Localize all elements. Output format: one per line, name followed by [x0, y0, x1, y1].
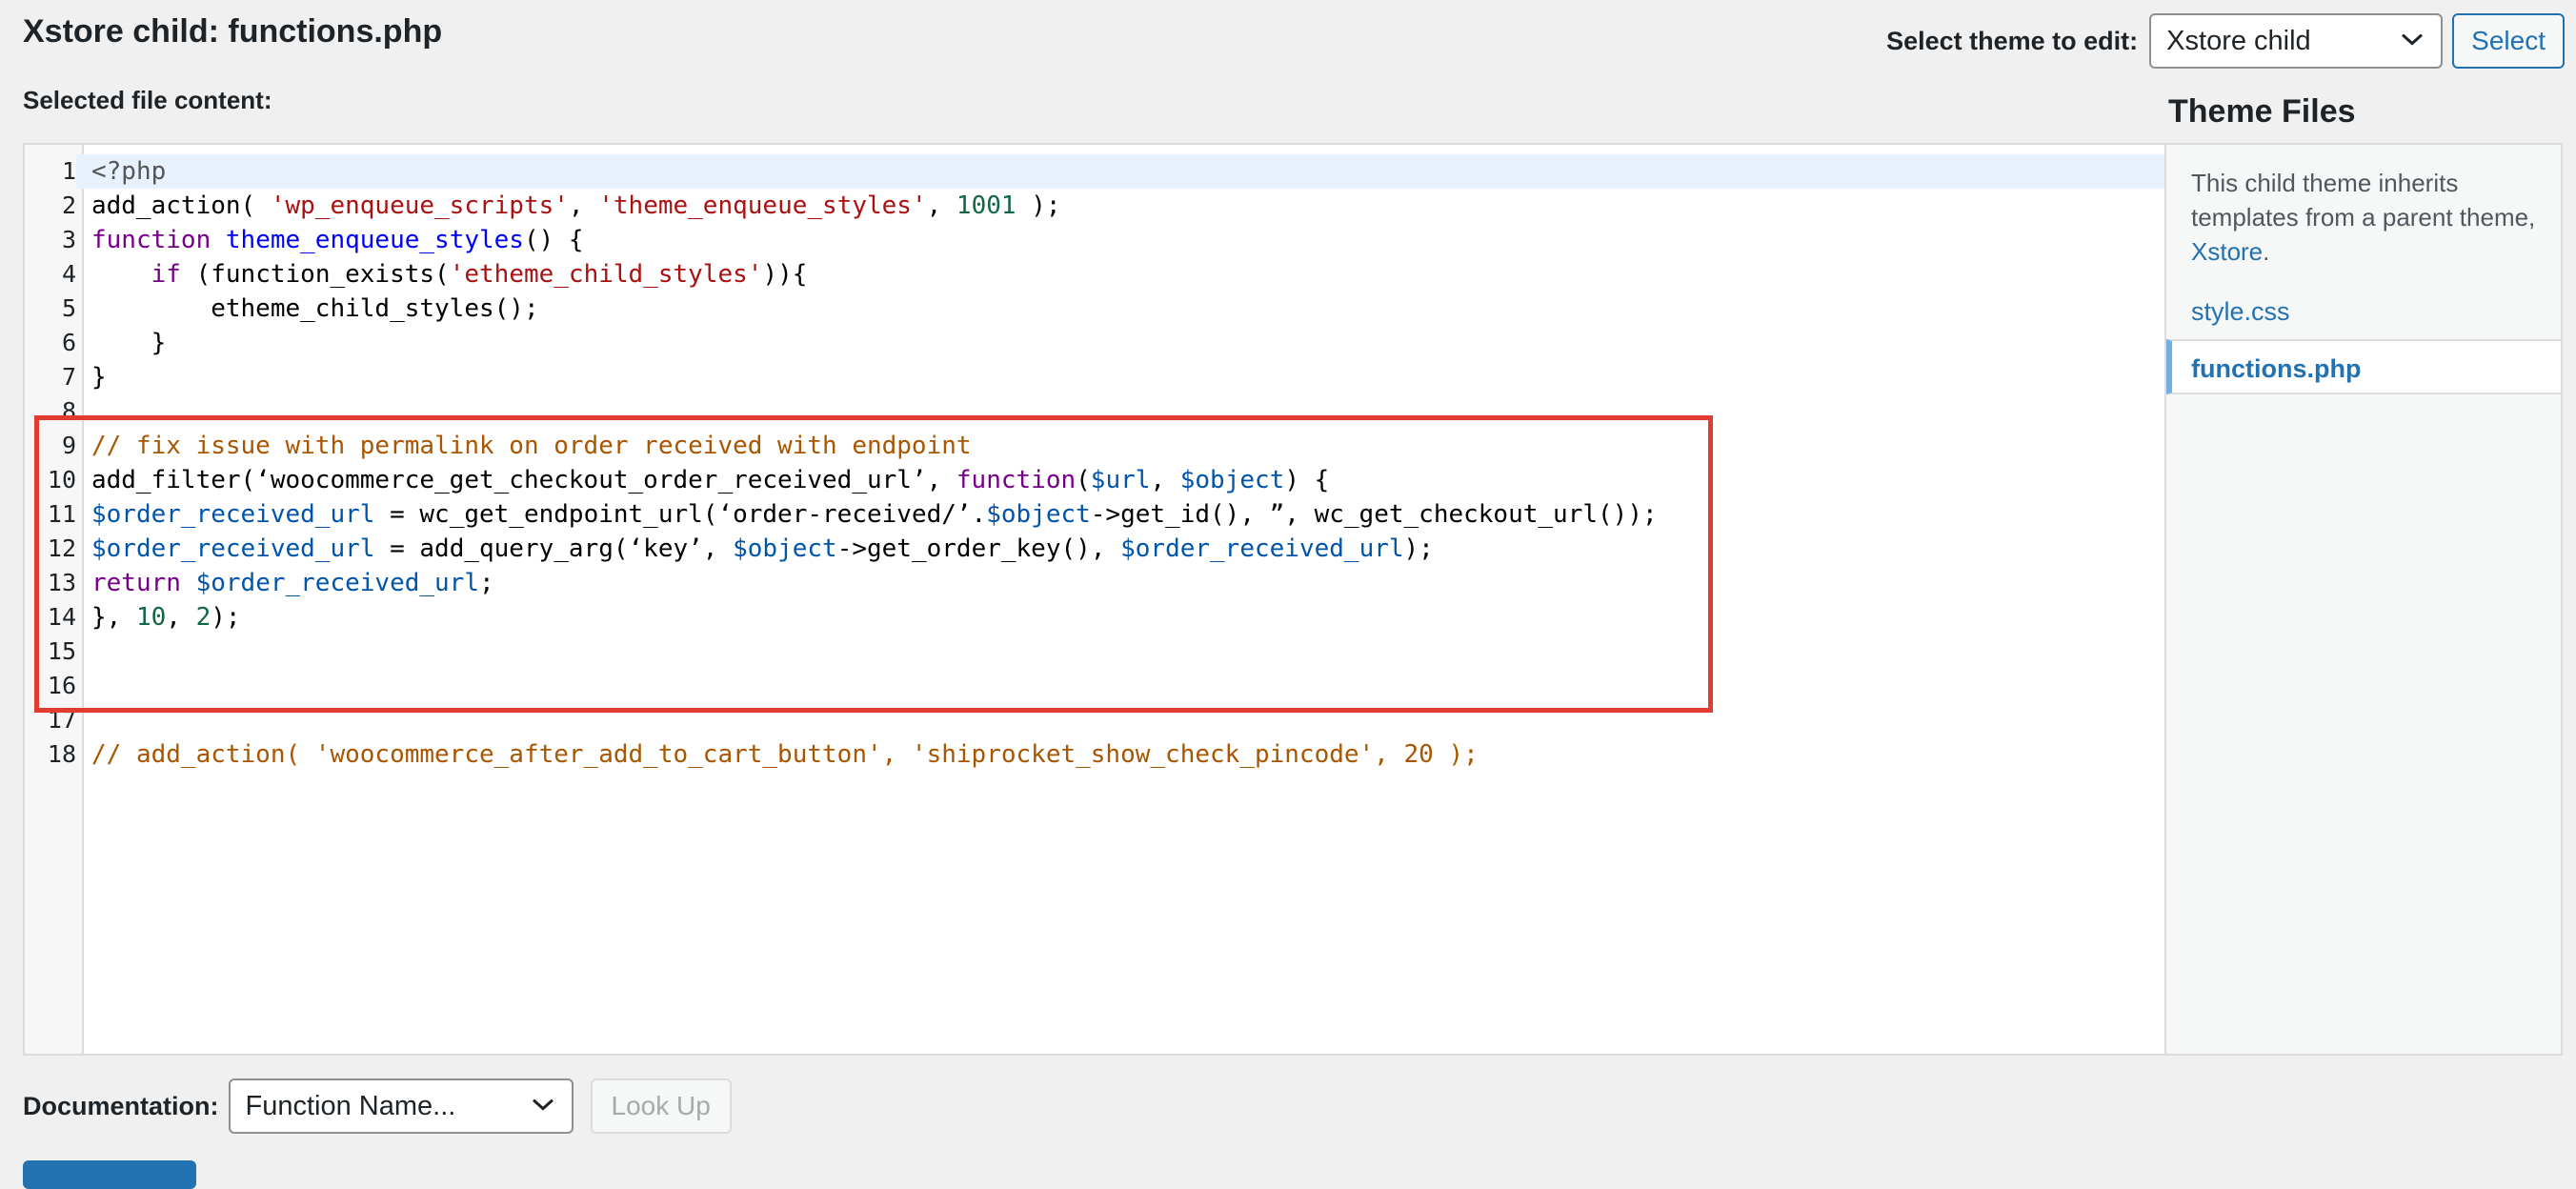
code-text: if (function_exists('etheme_child_styles… [151, 260, 808, 289]
theme-select-label: Select theme to edit: [1886, 26, 2139, 55]
file-item-functions-php[interactable]: functions.php [2166, 339, 2561, 394]
line-number: 3 [61, 226, 76, 253]
line-number: 2 [61, 191, 76, 219]
line-number: 5 [61, 294, 76, 322]
code-line[interactable]: 1 <?php [25, 154, 2164, 189]
code-text: } [91, 329, 167, 357]
code-line[interactable]: 5 etheme_child_styles(); [25, 292, 2164, 326]
line-number: 18 [47, 740, 76, 768]
theme-select[interactable]: Xstore child [2149, 13, 2444, 69]
code-text: function theme_enqueue_styles() { [91, 226, 584, 254]
code-text: etheme_child_styles(); [91, 294, 539, 323]
code-text: // add_action( 'woocommerce_after_add_to… [91, 740, 1479, 769]
theme-files-sidebar: This child theme inherits templates from… [2166, 143, 2563, 1056]
chevron-down-icon [2402, 33, 2424, 46]
code-line[interactable]: 6 } [25, 326, 2164, 360]
documentation-row: Documentation: Function Name... Look Up [23, 1078, 732, 1134]
theme-file-list: style.css functions.php [2166, 284, 2561, 394]
line-number: 6 [61, 329, 76, 356]
code-line[interactable]: 4 if (function_exists('etheme_child_styl… [25, 257, 2164, 292]
update-file-button[interactable] [23, 1160, 196, 1189]
code-text: add_action( 'wp_enqueue_scripts', 'theme… [91, 191, 1061, 220]
selected-file-label: Selected file content: [23, 86, 272, 114]
function-name-select[interactable]: Function Name... [228, 1078, 574, 1134]
line-number: 1 [25, 154, 76, 189]
line-number: 7 [61, 363, 76, 391]
code-line[interactable]: 3 function theme_enqueue_styles() { [25, 223, 2164, 257]
code-text: } [91, 363, 107, 392]
parent-theme-note-text: This child theme inherits templates from… [2191, 169, 2536, 232]
code-line[interactable]: 18 // add_action( 'woocommerce_after_add_… [25, 737, 2164, 772]
chevron-down-icon [532, 1098, 553, 1111]
look-up-button[interactable]: Look Up [590, 1078, 732, 1134]
page-title: Xstore child: functions.php [23, 13, 443, 50]
select-theme-button[interactable]: Select [2452, 13, 2565, 69]
function-name-select-value: Function Name... [245, 1090, 456, 1121]
line-number: 4 [61, 260, 76, 288]
documentation-label: Documentation: [23, 1091, 219, 1120]
parent-theme-note: This child theme inherits templates from… [2191, 166, 2538, 269]
code-line[interactable]: 2 add_action( 'wp_enqueue_scripts', 'them… [25, 189, 2164, 223]
code-text: <?php [91, 157, 167, 186]
highlight-annotation-box [34, 415, 1713, 713]
code-line[interactable]: 7} [25, 360, 2164, 394]
file-item-style-css[interactable]: style.css [2166, 284, 2561, 339]
theme-select-value: Xstore child [2166, 25, 2311, 56]
theme-select-row: Select theme to edit: Xstore child Selec… [1886, 13, 2565, 69]
parent-theme-link[interactable]: Xstore [2191, 237, 2263, 266]
parent-theme-note-suffix: . [2263, 237, 2270, 266]
theme-files-heading: Theme Files [2168, 93, 2356, 130]
